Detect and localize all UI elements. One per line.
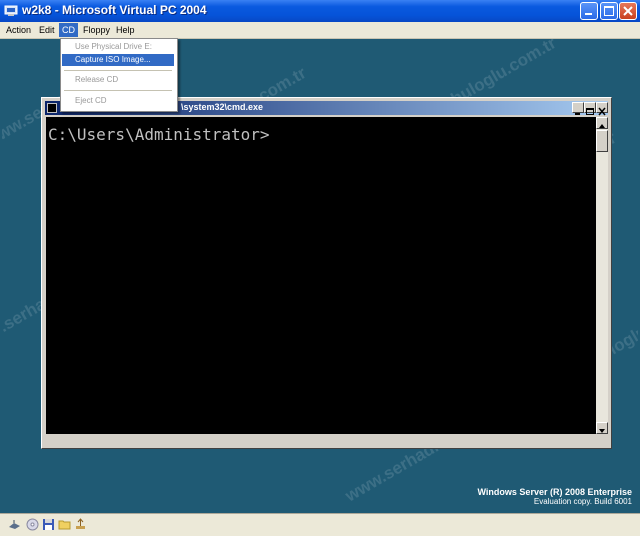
menu-item-capture-iso[interactable]: Capture ISO Image...: [62, 54, 174, 66]
menu-help[interactable]: Help: [113, 23, 138, 37]
minimize-button[interactable]: [580, 2, 598, 20]
cmd-window[interactable]: \system32\cmd.exe C:\Users\Administrator…: [41, 97, 612, 449]
cmd-maximize-button[interactable]: [584, 102, 596, 115]
menu-item-use-physical-drive[interactable]: Use Physical Drive E:: [62, 41, 174, 53]
virtual-pc-icon: [4, 5, 18, 16]
arrow-down-icon: [599, 429, 605, 433]
menu-separator: [64, 90, 172, 91]
window-title: w2k8 - Microsoft Virtual PC 2004: [22, 3, 207, 17]
maximize-button[interactable]: [600, 2, 618, 20]
menu-floppy[interactable]: Floppy: [80, 23, 113, 37]
maximize-icon: [604, 6, 614, 16]
menu-item-release-cd[interactable]: Release CD: [62, 74, 174, 86]
cmd-vertical-scrollbar[interactable]: [596, 117, 608, 434]
close-button[interactable]: [619, 2, 637, 20]
os-edition: Windows Server (R) 2008 Enterprise: [477, 487, 632, 497]
cmd-console[interactable]: C:\Users\Administrator>: [46, 117, 596, 434]
window-titlebar[interactable]: w2k8 - Microsoft Virtual PC 2004: [0, 0, 640, 23]
scroll-up-button[interactable]: [596, 117, 608, 129]
menu-separator: [64, 70, 172, 71]
floppy-icon[interactable]: [42, 518, 55, 531]
cmd-close-button[interactable]: [596, 102, 608, 116]
statusbar: [0, 513, 640, 536]
minimize-icon: [585, 13, 592, 15]
menu-edit[interactable]: Edit: [36, 23, 58, 37]
scroll-down-button[interactable]: [596, 422, 608, 434]
cd-icon[interactable]: [26, 518, 39, 531]
close-icon: [598, 107, 606, 116]
close-icon: [623, 6, 633, 16]
menubar: Action Edit CD Floppy Help: [0, 22, 640, 39]
cmd-icon: [47, 103, 57, 113]
network-icon[interactable]: [8, 518, 21, 531]
cmd-minimize-button[interactable]: [572, 102, 584, 115]
cmd-prompt: C:\Users\Administrator>: [48, 125, 270, 144]
os-branding: Windows Server (R) 2008 Enterprise Evalu…: [478, 487, 632, 506]
shared-folder-icon[interactable]: [58, 518, 71, 531]
cmd-title: \system32\cmd.exe: [181, 102, 264, 112]
menu-action[interactable]: Action: [3, 23, 34, 37]
menu-item-eject-cd[interactable]: Eject CD: [62, 95, 174, 107]
os-build: Evaluation copy. Build 6001: [533, 497, 632, 506]
scroll-thumb[interactable]: [596, 130, 608, 152]
cd-menu-dropdown: Use Physical Drive E: Capture ISO Image.…: [60, 38, 178, 112]
minimize-icon: [575, 113, 580, 115]
menu-cd[interactable]: CD: [59, 23, 78, 37]
usb-icon[interactable]: [74, 518, 87, 531]
maximize-icon: [586, 108, 594, 115]
